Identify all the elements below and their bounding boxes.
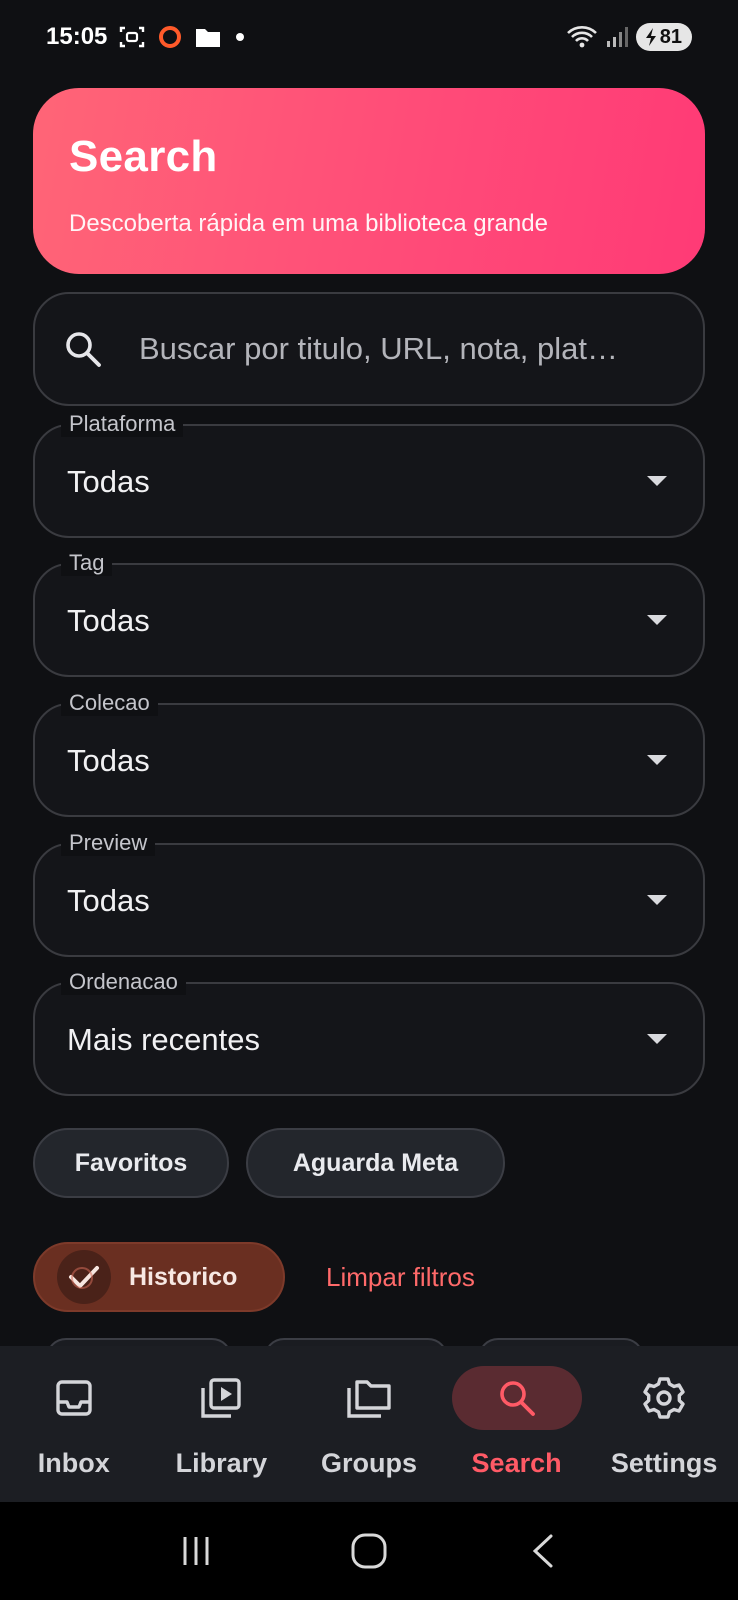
nav-label: Settings	[610, 1448, 718, 1478]
search-input[interactable]	[139, 331, 669, 367]
folder-icon	[195, 26, 221, 48]
library-icon	[156, 1366, 286, 1430]
home-button[interactable]	[339, 1521, 399, 1581]
inbox-icon	[9, 1366, 139, 1430]
caret-down-icon	[647, 476, 667, 486]
battery-level: 81	[659, 25, 682, 48]
system-navigation	[0, 1502, 738, 1600]
nav-settings[interactable]: Settings	[590, 1346, 738, 1502]
dropdown-value: Todas	[67, 464, 150, 499]
status-time: 15:05	[46, 23, 108, 50]
nav-label: Library	[175, 1448, 268, 1478]
dropdown-label: Preview	[61, 830, 156, 856]
favorites-chip[interactable]: Favoritos	[33, 1128, 229, 1198]
search-icon	[61, 327, 105, 371]
battery-icon: 81	[635, 23, 692, 51]
gear-icon	[599, 1366, 729, 1430]
check-icon	[57, 1250, 111, 1304]
screenshot-icon	[119, 25, 145, 49]
clear-filters-link[interactable]: Limpar filtros	[326, 1262, 475, 1293]
recent-apps-button[interactable]	[166, 1521, 226, 1581]
dot-icon	[233, 30, 247, 44]
sort-dropdown[interactable]: Ordenacao Mais recentes	[33, 969, 705, 1096]
dropdown-label: Plataforma	[61, 411, 184, 437]
search-icon	[451, 1366, 582, 1430]
bottom-navigation: Inbox Library Groups Search Settings	[0, 1346, 738, 1502]
awaiting-meta-chip[interactable]: Aguarda Meta	[246, 1128, 505, 1198]
nav-label: Groups	[320, 1448, 417, 1478]
chip-label: Historico	[129, 1262, 238, 1291]
page-title: Search	[69, 132, 218, 181]
chip-label: Aguarda Meta	[292, 1148, 459, 1177]
caret-down-icon	[647, 1034, 667, 1044]
nav-label: Inbox	[37, 1448, 110, 1478]
nav-search[interactable]: Search	[443, 1346, 591, 1502]
nav-groups[interactable]: Groups	[295, 1346, 443, 1502]
caret-down-icon	[647, 615, 667, 625]
status-bar: 15:05 81	[0, 0, 738, 74]
dropdown-label: Ordenacao	[61, 969, 186, 995]
search-field[interactable]	[33, 292, 705, 406]
wifi-icon	[566, 24, 598, 50]
platform-dropdown[interactable]: Plataforma Todas	[33, 411, 705, 538]
signal-icon	[606, 26, 628, 48]
dropdown-label: Colecao	[61, 690, 158, 716]
header-card: Search Descoberta rápida em uma bibliote…	[33, 88, 705, 274]
nav-library[interactable]: Library	[148, 1346, 296, 1502]
dropdown-value: Todas	[67, 743, 150, 778]
collection-dropdown[interactable]: Colecao Todas	[33, 690, 705, 817]
caret-down-icon	[647, 755, 667, 765]
chip-label: Favoritos	[74, 1148, 188, 1177]
dropdown-value: Mais recentes	[67, 1022, 260, 1057]
history-chip[interactable]: Historico	[33, 1242, 285, 1312]
dropdown-value: Todas	[67, 603, 150, 638]
dropdown-label: Tag	[61, 550, 113, 576]
folders-icon	[304, 1366, 434, 1430]
dropdown-value: Todas	[67, 883, 150, 918]
tag-dropdown[interactable]: Tag Todas	[33, 550, 705, 677]
nav-label: Search	[471, 1448, 562, 1478]
preview-dropdown[interactable]: Preview Todas	[33, 830, 705, 957]
caret-down-icon	[647, 895, 667, 905]
page-subtitle: Descoberta rápida em uma biblioteca gran…	[69, 210, 548, 237]
record-icon	[157, 24, 183, 50]
back-button[interactable]	[512, 1521, 572, 1581]
nav-inbox[interactable]: Inbox	[0, 1346, 148, 1502]
search-screen: 15:05 81 Search Descoberta rápida em uma…	[0, 0, 738, 1600]
